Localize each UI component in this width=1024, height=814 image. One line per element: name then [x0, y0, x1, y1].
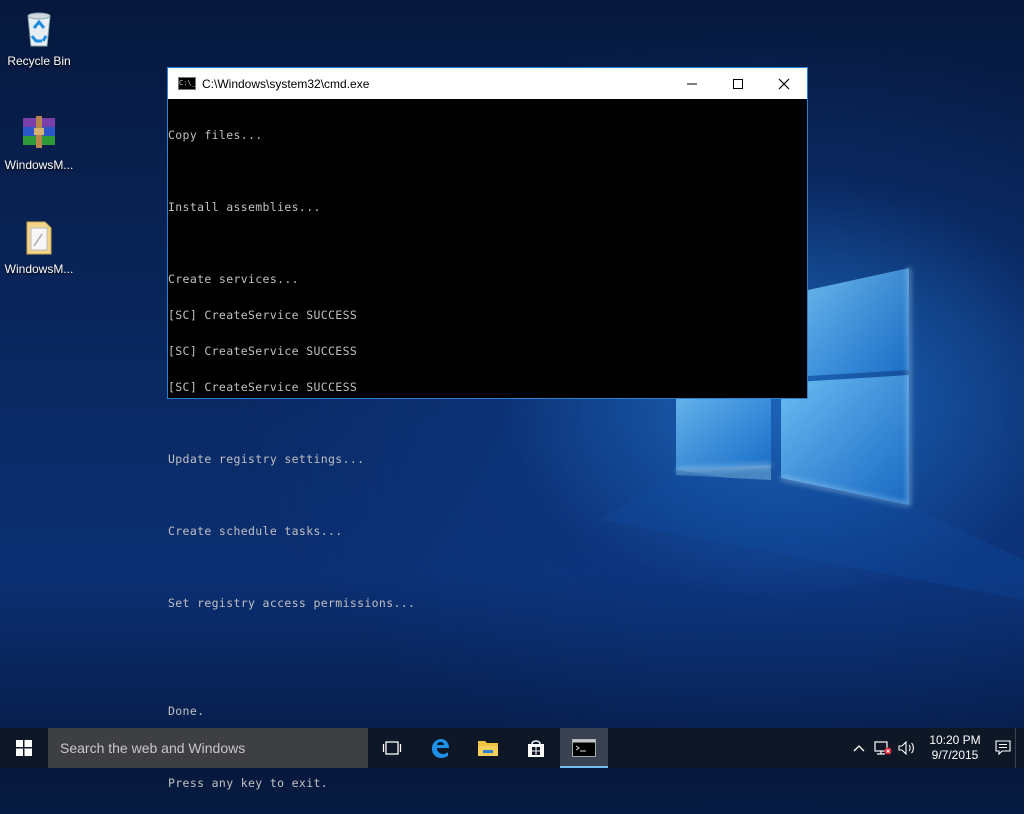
show-desktop-button[interactable]: [1015, 728, 1024, 768]
console-line: [SC] CreateService SUCCESS: [168, 380, 358, 394]
console-line: Update registry settings...: [168, 452, 365, 466]
task-view-icon: [382, 741, 402, 755]
console-line: Create services...: [168, 272, 299, 286]
cmd-icon: [572, 739, 596, 757]
folder-icon: [19, 216, 59, 256]
search-placeholder: Search the web and Windows: [60, 740, 246, 756]
volume-button[interactable]: [895, 728, 919, 768]
maximize-icon: [733, 78, 743, 89]
task-view-button[interactable]: [368, 728, 416, 768]
console-line: Press any key to exit.: [168, 776, 329, 790]
desktop-icon-archive[interactable]: WindowsM...: [2, 112, 76, 172]
console-line: Install assemblies...: [168, 200, 321, 214]
console-line: Done.: [168, 704, 205, 718]
volume-icon: [898, 741, 914, 755]
window-title: C:\Windows\system32\cmd.exe: [202, 76, 370, 91]
desktop-icon-label: Recycle Bin: [7, 54, 71, 68]
console-line: [SC] CreateService SUCCESS: [168, 344, 358, 358]
close-icon: [778, 78, 790, 89]
minimize-button[interactable]: [669, 68, 715, 99]
clock-time: 10:20 PM: [929, 733, 981, 747]
console-line: [SC] CreateService SUCCESS: [168, 308, 358, 322]
taskbar-cmd-button[interactable]: [560, 728, 608, 768]
action-center-icon: [995, 740, 1011, 756]
cmd-window[interactable]: C:\_ C:\Windows\system32\cmd.exe Copy fi…: [167, 67, 808, 789]
winrar-archive-icon: [19, 112, 59, 152]
taskbar-explorer-button[interactable]: [464, 728, 512, 768]
desktop-icon-recycle-bin[interactable]: Recycle Bin: [2, 8, 76, 68]
taskbar-store-button[interactable]: [512, 728, 560, 768]
network-error-icon: [874, 741, 892, 755]
recycle-bin-icon: [19, 8, 59, 48]
cmd-icon: C:\_: [178, 77, 196, 90]
window-titlebar[interactable]: C:\_ C:\Windows\system32\cmd.exe: [168, 68, 807, 99]
desktop-icon-label: WindowsM...: [4, 158, 74, 172]
minimize-icon: [687, 83, 697, 84]
console-output[interactable]: Copy files... Install assemblies... Crea…: [168, 99, 807, 813]
windows-start-icon: [16, 740, 32, 756]
console-line: Set registry access permissions...: [168, 596, 416, 610]
desktop-icon-folder[interactable]: WindowsM...: [2, 216, 76, 276]
console-line: Create schedule tasks...: [168, 524, 343, 538]
action-center-button[interactable]: [991, 728, 1015, 768]
desktop-icon-label: WindowsM...: [4, 262, 74, 276]
network-button[interactable]: [871, 728, 895, 768]
taskbar-edge-button[interactable]: [416, 728, 464, 768]
store-icon: [528, 740, 544, 757]
show-hidden-icons-button[interactable]: [847, 728, 871, 768]
search-box[interactable]: Search the web and Windows: [48, 728, 368, 768]
taskbar: Search the web and Windows 10:20 PM 9/7/…: [0, 728, 1024, 768]
file-explorer-icon: [478, 741, 498, 756]
start-button[interactable]: [0, 728, 48, 768]
clock-date: 9/7/2015: [931, 748, 979, 762]
clock[interactable]: 10:20 PM 9/7/2015: [919, 733, 991, 763]
system-tray: 10:20 PM 9/7/2015: [847, 728, 1024, 768]
console-line: Copy files...: [168, 128, 263, 142]
chevron-up-icon: [853, 745, 865, 752]
maximize-button[interactable]: [715, 68, 761, 99]
edge-icon: [432, 739, 449, 758]
close-button[interactable]: [761, 68, 807, 99]
